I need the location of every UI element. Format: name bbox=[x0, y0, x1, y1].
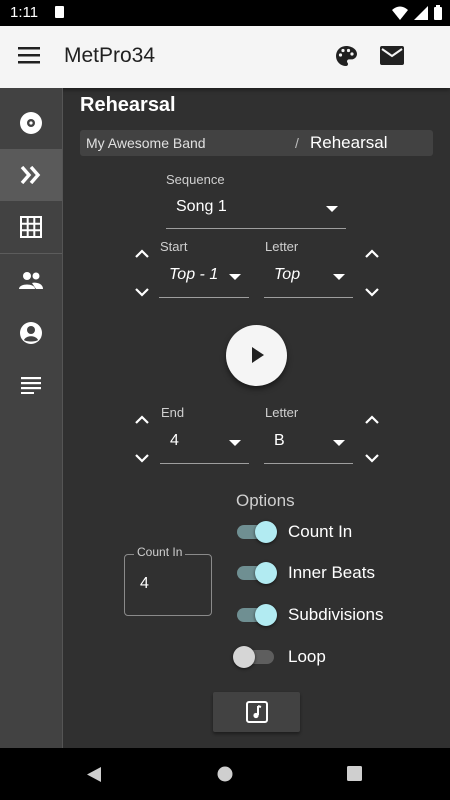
count-in-field[interactable]: Count In 4 bbox=[124, 545, 212, 616]
switch-thumb bbox=[255, 604, 277, 626]
signal-icon bbox=[414, 5, 428, 20]
people-icon bbox=[19, 272, 43, 289]
switch-thumb bbox=[233, 646, 255, 668]
recents-icon[interactable] bbox=[347, 766, 362, 781]
menu-icon[interactable] bbox=[18, 46, 40, 64]
toggle-label: Inner Beats bbox=[288, 563, 375, 582]
chevron-down-icon bbox=[365, 287, 379, 297]
notes-icon bbox=[21, 377, 41, 394]
count-in-label: Count In bbox=[134, 545, 186, 559]
mail-icon[interactable] bbox=[380, 46, 404, 65]
wifi-icon bbox=[392, 6, 408, 20]
toggle-label: Loop bbox=[288, 647, 326, 666]
end-letter-increment-button[interactable] bbox=[362, 412, 382, 426]
chevron-down-icon bbox=[135, 453, 149, 463]
music-note-button[interactable] bbox=[213, 692, 300, 732]
sidebar-item-account[interactable] bbox=[0, 307, 62, 359]
switch-thumb bbox=[255, 521, 277, 543]
end-increment-button[interactable] bbox=[132, 412, 152, 426]
toggle-label: Count In bbox=[288, 522, 353, 541]
account-circle-icon bbox=[20, 322, 42, 344]
start-letter-increment-button[interactable] bbox=[362, 246, 382, 260]
chevron-up-icon bbox=[365, 248, 379, 258]
options-title: Options bbox=[236, 491, 295, 510]
breadcrumb-parent[interactable]: My Awesome Band bbox=[86, 135, 206, 151]
end-decrement-button[interactable] bbox=[132, 451, 152, 465]
start-letter-decrement-button[interactable] bbox=[362, 285, 382, 299]
music-note-icon bbox=[246, 701, 268, 723]
toggle-count-in[interactable]: Count In bbox=[236, 520, 416, 544]
end-letter-label: Letter bbox=[265, 405, 299, 420]
end-label: End bbox=[161, 405, 185, 420]
back-icon[interactable] bbox=[86, 766, 102, 783]
status-bar: 1:11 bbox=[0, 0, 450, 26]
toggle-loop[interactable]: Loop bbox=[232, 645, 412, 669]
end-value: 4 bbox=[170, 432, 179, 449]
sidebar bbox=[0, 88, 63, 748]
sidebar-item-grid[interactable] bbox=[0, 201, 62, 253]
home-icon[interactable] bbox=[217, 766, 233, 782]
sequence-label: Sequence bbox=[166, 172, 225, 187]
app-bar: MetPro34 bbox=[0, 26, 450, 88]
switch-thumb bbox=[255, 562, 277, 584]
page-title: Rehearsal bbox=[80, 94, 176, 116]
toggle-label: Subdivisions bbox=[288, 605, 384, 624]
disc-icon bbox=[20, 112, 42, 134]
start-value: Top - 1 bbox=[169, 266, 219, 283]
dropdown-arrow-icon bbox=[229, 274, 241, 280]
end-letter-select[interactable]: B bbox=[264, 426, 353, 464]
chevron-up-icon bbox=[135, 414, 149, 424]
status-time: 1:11 bbox=[10, 4, 39, 21]
breadcrumb: My Awesome Band / Rehearsal bbox=[80, 130, 433, 156]
start-letter-value: Top bbox=[274, 266, 301, 283]
start-increment-button[interactable] bbox=[132, 246, 152, 260]
chevron-up-icon bbox=[365, 414, 379, 424]
app-title: MetPro34 bbox=[64, 44, 156, 67]
toggle-inner-beats[interactable]: Inner Beats bbox=[236, 561, 416, 585]
start-select[interactable]: Top - 1 bbox=[159, 260, 249, 298]
dropdown-arrow-icon bbox=[333, 274, 345, 280]
palette-icon[interactable] bbox=[334, 44, 358, 68]
sequence-select[interactable]: Song 1 bbox=[166, 192, 346, 229]
sidebar-item-band[interactable] bbox=[0, 254, 62, 306]
start-letter-select[interactable]: Top bbox=[264, 260, 353, 298]
sim-card-icon bbox=[55, 6, 64, 18]
chevron-up-icon bbox=[135, 248, 149, 258]
play-button[interactable] bbox=[226, 325, 287, 386]
dropdown-arrow-icon bbox=[333, 440, 345, 446]
dropdown-arrow-icon bbox=[229, 440, 241, 446]
start-decrement-button[interactable] bbox=[132, 285, 152, 299]
chevron-down-icon bbox=[135, 287, 149, 297]
end-letter-value: B bbox=[274, 432, 285, 449]
sidebar-item-disc[interactable] bbox=[0, 97, 62, 149]
sidebar-item-notes[interactable] bbox=[0, 359, 62, 411]
chevron-down-icon bbox=[365, 453, 379, 463]
count-in-value: 4 bbox=[140, 575, 149, 592]
battery-icon bbox=[434, 5, 442, 20]
end-select[interactable]: 4 bbox=[160, 426, 249, 464]
breadcrumb-separator: / bbox=[295, 135, 299, 151]
start-letter-label: Letter bbox=[265, 239, 299, 254]
sequence-value: Song 1 bbox=[176, 198, 227, 215]
sidebar-item-rehearsal[interactable] bbox=[0, 149, 62, 201]
end-letter-decrement-button[interactable] bbox=[362, 451, 382, 465]
breadcrumb-current: Rehearsal bbox=[310, 133, 388, 152]
double-chevron-right-icon bbox=[20, 166, 41, 184]
start-label: Start bbox=[160, 239, 188, 254]
system-nav-bar bbox=[0, 748, 450, 800]
grid-icon bbox=[20, 216, 42, 238]
play-icon bbox=[252, 347, 264, 363]
toggle-subdivisions[interactable]: Subdivisions bbox=[236, 603, 416, 627]
dropdown-arrow-icon bbox=[326, 206, 338, 212]
